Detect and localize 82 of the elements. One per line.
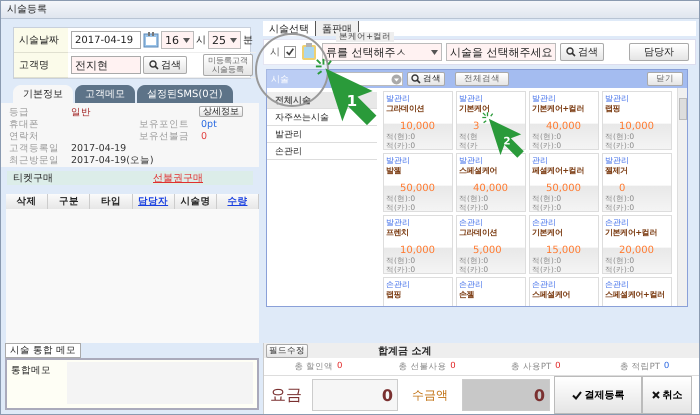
card-title: 스페셜케어 <box>532 289 570 300</box>
card-category: 발관리 <box>386 94 411 103</box>
fee-label: 요금 <box>269 384 303 406</box>
info-label: 고객등록일 <box>9 142 60 154</box>
card-category: 손관리 <box>386 280 411 289</box>
column-header: 타입 <box>90 194 133 209</box>
info-value: 2017-04-19 <box>71 142 126 154</box>
info-value: 2017-04-19(오늘) <box>71 154 154 166</box>
card-category: 손관리 <box>459 218 484 227</box>
column-header: 삭제 <box>6 194 48 209</box>
stat-label: 총 선불사용 <box>398 360 446 372</box>
card-category: 관리 <box>532 156 549 165</box>
stat-label: 총 사용PT <box>511 360 552 372</box>
card-category: 손관리 <box>532 280 557 289</box>
stat-value: 0 <box>450 360 456 372</box>
info-value: 0pt <box>201 118 217 130</box>
card-title: 랩핑 <box>386 289 402 300</box>
info-value: 0 <box>201 130 208 142</box>
card-title: 스페셜케어+컬러 <box>605 289 665 300</box>
info-label: 등급 <box>9 106 30 118</box>
column-header: 구분 <box>48 194 90 209</box>
stat-label: 총 할인액 <box>294 360 334 372</box>
card-price: 10,000 <box>399 121 436 132</box>
card-price: 5,000 <box>472 245 503 256</box>
card-category: 발관리 <box>605 156 630 165</box>
card-category: 발관리 <box>459 156 484 165</box>
card-title: 랩핑 <box>605 103 620 114</box>
card-category: 발관리 <box>459 94 484 103</box>
card-category: 손관리 <box>459 280 484 289</box>
info-label: 연락처 <box>9 130 40 142</box>
card-title: 페셜케어+컬러 <box>532 165 584 176</box>
card-price: 15,000 <box>545 245 582 256</box>
card-price: 40,000 <box>545 121 582 132</box>
toolbar-label: 시 <box>270 46 280 59</box>
tooltip: 본케어+컬러 <box>336 32 394 42</box>
received-label: 수금액 <box>411 386 449 404</box>
unit-label: 시 <box>196 34 206 47</box>
card-title: 프렌치 <box>386 227 409 238</box>
info-label: 휴대폰 <box>9 118 40 130</box>
totals-title: 합계금 소계 <box>378 344 432 358</box>
card-title: 손젤 <box>459 289 474 300</box>
window-title: 시술등록 <box>7 3 47 17</box>
card-category: 손관리 <box>605 280 630 289</box>
card-category: 발관리 <box>532 94 557 103</box>
card-price: 3 <box>472 121 480 132</box>
card-price: 50,000 <box>545 183 582 194</box>
pointer-drawing: 2 <box>482 112 524 158</box>
info-value: 일반 <box>71 106 91 118</box>
column-header: 시술명 <box>174 194 217 209</box>
memo-label: 통합메모 <box>10 364 52 378</box>
stat-value: 0 <box>555 360 561 372</box>
card-title: 기본케어 <box>532 227 562 238</box>
card-price: 50,000 <box>399 183 436 194</box>
unit-label: 분 <box>243 34 253 47</box>
card-title: 그라데이션 <box>386 103 424 114</box>
card-price: 20,000 <box>618 245 655 256</box>
card-price: 40,000 <box>472 183 509 194</box>
card-title: 젤제거 <box>605 165 628 176</box>
card-category: 발관리 <box>386 218 411 227</box>
popup-title: 시술 <box>271 74 290 86</box>
card-title: 그라데이션 <box>459 227 498 238</box>
card-price: 10,000 <box>618 121 655 132</box>
stat-value: 0 <box>337 360 342 372</box>
card-category: 발관리 <box>386 156 411 165</box>
stat-label: 총 적립PT <box>620 360 660 372</box>
info-label: 보유선불금 <box>139 130 190 142</box>
card-title: 발젤 <box>386 165 402 176</box>
ticket-label: 티켓구매 <box>13 172 53 185</box>
card-title: 기본케어+컬러 <box>605 227 657 238</box>
stat-value: 0 <box>664 360 670 372</box>
card-category: 손관리 <box>532 218 557 227</box>
card-title: 기본케어 <box>459 103 490 114</box>
card-price: 0 <box>618 183 626 194</box>
info-label: 보유포인트 <box>139 118 190 130</box>
card-category: 발관리 <box>605 94 630 103</box>
card-title: 기본케어+컬러 <box>532 103 584 114</box>
field-label: 시술날짜 <box>19 34 59 47</box>
info-label: 최근방문일 <box>9 154 60 166</box>
field-label: 고객명 <box>19 59 49 72</box>
card-category: 손관리 <box>605 218 630 227</box>
card-title: 스페셜케어 <box>459 165 498 176</box>
card-price: 10,000 <box>399 245 436 256</box>
